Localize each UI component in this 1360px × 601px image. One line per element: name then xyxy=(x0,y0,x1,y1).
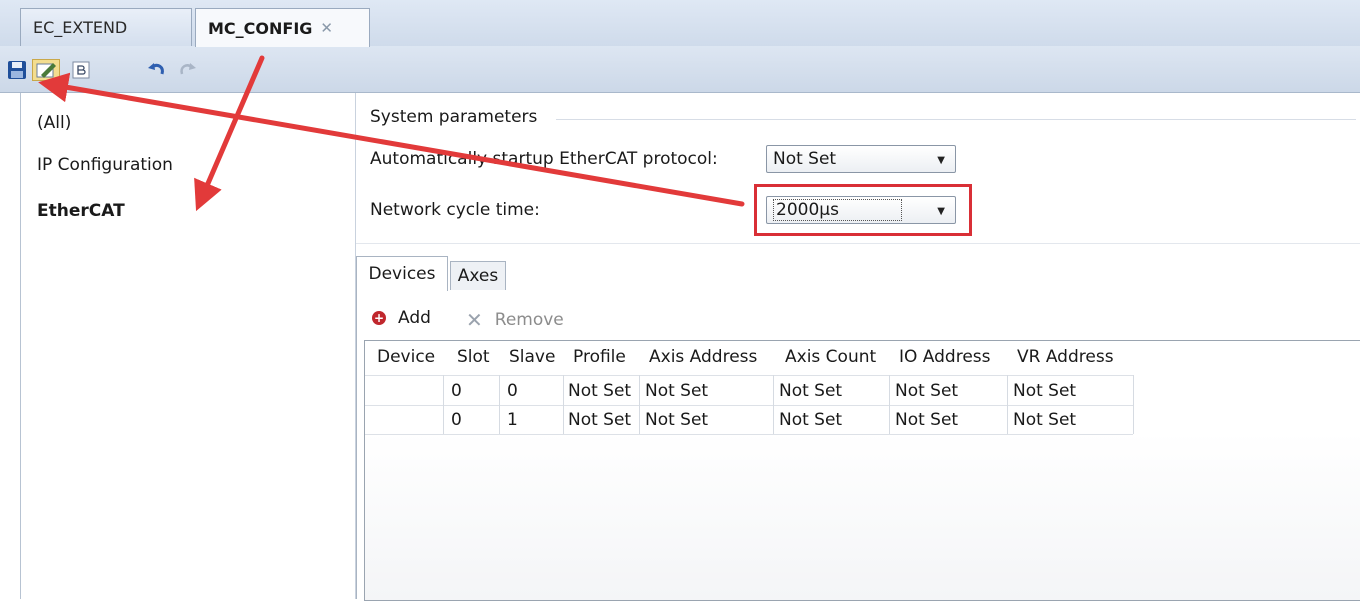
cell-slave: 0 xyxy=(507,381,518,401)
column-header[interactable]: Slave xyxy=(509,347,555,367)
undo-icon[interactable] xyxy=(146,59,168,81)
divider xyxy=(556,119,1356,120)
tab-label: EC_EXTEND xyxy=(33,18,128,37)
select-value: Not Set xyxy=(773,149,837,169)
remove-button[interactable]: ✕ Remove xyxy=(466,308,564,332)
cell-slot: 0 xyxy=(451,410,462,430)
divider xyxy=(356,243,1360,244)
group-title: System parameters xyxy=(370,107,538,127)
column-header[interactable]: Axis Count xyxy=(785,347,876,367)
tab-label: MC_CONFIG xyxy=(208,18,313,38)
cell-axis-address: Not Set xyxy=(645,381,709,401)
tab-devices[interactable]: Devices xyxy=(356,256,448,291)
cell-axis-count: Not Set xyxy=(779,410,843,430)
b-icon[interactable] xyxy=(70,59,92,81)
devices-grid: Device Slot Slave Profile Axis Address A… xyxy=(364,340,1360,601)
sidebar-item-ethercat[interactable]: EtherCAT xyxy=(37,195,125,227)
cell-vr-address: Not Set xyxy=(1013,381,1077,401)
edit-icon[interactable] xyxy=(32,59,60,81)
cell-slot: 0 xyxy=(451,381,462,401)
column-header[interactable]: Slot xyxy=(457,347,490,367)
save-icon[interactable] xyxy=(6,59,28,81)
auto-startup-select[interactable]: Not Set ▼ xyxy=(766,145,956,173)
column-header[interactable]: IO Address xyxy=(899,347,991,367)
highlight-box xyxy=(754,184,972,236)
column-header[interactable]: Device xyxy=(377,347,435,367)
cell-axis-count: Not Set xyxy=(779,381,843,401)
add-icon: + xyxy=(372,311,386,325)
cell-axis-address: Not Set xyxy=(645,410,709,430)
tab-mc-config[interactable]: MC_CONFIG ✕ xyxy=(195,8,370,47)
remove-label: Remove xyxy=(494,310,564,330)
toolbar xyxy=(0,46,1360,93)
tab-ec-extend[interactable]: EC_EXTEND xyxy=(20,8,192,46)
column-divider xyxy=(499,375,500,434)
cell-profile: Not Set xyxy=(568,410,632,430)
cell-slave: 1 xyxy=(507,410,518,430)
remove-icon: ✕ xyxy=(466,308,483,332)
add-label: Add xyxy=(398,308,431,328)
column-header[interactable]: VR Address xyxy=(1017,347,1114,367)
column-divider xyxy=(889,375,890,434)
network-cycle-time-label: Network cycle time: xyxy=(370,200,540,220)
column-header[interactable]: Profile xyxy=(573,347,626,367)
sidebar-item-ip-configuration[interactable]: IP Configuration xyxy=(37,149,173,181)
cell-profile: Not Set xyxy=(568,381,632,401)
column-divider xyxy=(639,375,640,434)
row-divider xyxy=(365,405,1133,406)
add-button[interactable]: + Add xyxy=(372,308,431,328)
cell-vr-address: Not Set xyxy=(1013,410,1077,430)
cell-io-address: Not Set xyxy=(895,381,959,401)
column-header[interactable]: Axis Address xyxy=(649,347,757,367)
main-panel: System parameters Automatically startup … xyxy=(356,93,1360,601)
column-divider xyxy=(773,375,774,434)
cell-io-address: Not Set xyxy=(895,410,959,430)
row-divider xyxy=(365,434,1133,435)
dropdown-arrow-icon: ▼ xyxy=(937,155,945,166)
auto-startup-label: Automatically startup EtherCAT protocol: xyxy=(370,149,718,169)
row-divider xyxy=(365,375,1133,376)
column-divider xyxy=(1007,375,1008,434)
redo-icon[interactable] xyxy=(176,59,198,81)
column-divider xyxy=(1133,375,1134,434)
close-icon[interactable]: ✕ xyxy=(320,19,333,37)
category-sidebar: (All) IP Configuration EtherCAT xyxy=(20,93,357,599)
column-divider xyxy=(563,375,564,434)
document-tab-bar: EC_EXTEND MC_CONFIG ✕ xyxy=(0,0,1360,47)
sidebar-item-all[interactable]: (All) xyxy=(37,107,71,139)
column-divider xyxy=(443,375,444,434)
tab-axes[interactable]: Axes xyxy=(450,261,506,290)
